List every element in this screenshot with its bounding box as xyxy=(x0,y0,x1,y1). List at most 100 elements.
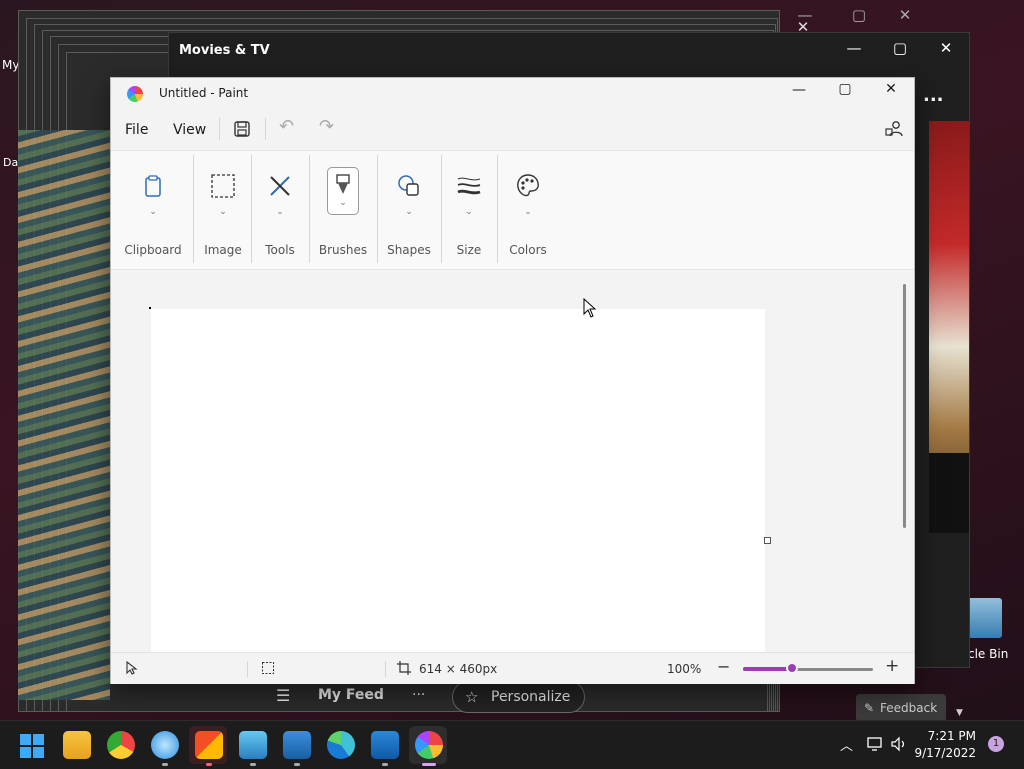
menu-view[interactable]: View xyxy=(173,122,206,138)
running-indicator xyxy=(206,763,212,766)
status-separator xyxy=(385,661,386,677)
drawing-canvas[interactable] xyxy=(151,309,765,654)
store-icon[interactable] xyxy=(195,731,223,759)
movies-tv-icon[interactable] xyxy=(371,731,399,759)
ribbon-separator xyxy=(193,155,194,263)
vertical-scrollbar[interactable] xyxy=(903,284,906,528)
maximize-icon[interactable]: ▢ xyxy=(885,39,915,57)
chrome-icon[interactable] xyxy=(107,731,135,759)
tips-icon[interactable] xyxy=(151,731,179,759)
ribbon-group-colors[interactable]: ⌄ Colors xyxy=(499,151,557,269)
paint-window: Untitled - Paint — ▢ ✕ File View ↶ ↷ ⌄ C… xyxy=(110,77,915,684)
account-icon[interactable] xyxy=(885,120,903,138)
ribbon-group-image[interactable]: ⌄ Image xyxy=(195,151,251,269)
taskbar: ︿ 7:21 PM 9/17/2022 xyxy=(0,720,1024,769)
desktop-icon-label: My xyxy=(2,58,20,72)
menu-bar: File View ↶ ↷ xyxy=(111,110,914,146)
menu-separator xyxy=(219,118,220,140)
zoom-out-button[interactable]: − xyxy=(717,657,730,676)
ribbon-separator xyxy=(251,155,252,263)
close-button[interactable]: ✕ xyxy=(871,81,911,97)
chevron-up-icon[interactable]: ︿ xyxy=(840,735,853,754)
clipboard-icon xyxy=(145,175,161,197)
menu-file[interactable]: File xyxy=(125,122,148,138)
maximize-icon[interactable]: ▢ xyxy=(844,6,874,24)
ribbon-separator xyxy=(377,155,378,263)
running-indicator xyxy=(294,763,300,766)
ribbon-group-label: Colors xyxy=(509,243,547,257)
file-explorer-icon[interactable] xyxy=(63,731,91,759)
chevron-down-icon: ⌄ xyxy=(405,207,413,217)
corner-handle[interactable] xyxy=(149,307,151,309)
clock-date[interactable]: 9/17/2022 xyxy=(906,746,976,760)
running-indicator xyxy=(162,763,168,766)
chevron-down-icon: ⌄ xyxy=(276,207,284,217)
feedback-button[interactable]: ✎ Feedback xyxy=(856,694,946,722)
close-icon[interactable]: ✕ xyxy=(890,6,920,24)
desktop-icon-label: Da xyxy=(3,156,19,169)
windows-start-icon[interactable] xyxy=(20,734,44,758)
status-bar: 614 × 460px 100% − + xyxy=(111,652,914,684)
paint-taskbar-icon[interactable] xyxy=(415,731,443,759)
maximize-button[interactable]: ▢ xyxy=(825,81,865,97)
canvas-area xyxy=(111,270,901,654)
ribbon-group-label: Shapes xyxy=(387,243,431,257)
my-feed-tab[interactable]: My Feed xyxy=(318,687,384,703)
ribbon-group-label: Brushes xyxy=(318,243,368,257)
title-bar[interactable]: Untitled - Paint — ▢ ✕ xyxy=(111,78,914,108)
close-icon[interactable]: ✕ xyxy=(931,39,961,57)
zoom-slider-fill xyxy=(743,667,792,671)
more-options-icon[interactable]: ... xyxy=(923,85,944,106)
personalize-label: Personalize xyxy=(491,689,571,705)
sparkle-icon: ☆ xyxy=(465,688,479,706)
ribbon-group-label: Tools xyxy=(265,243,295,257)
ribbon-toolbar: ⌄ Clipboard ⌄ Image ⌄ Tools ⌄ Brushes ⌄ … xyxy=(111,150,914,270)
poster-image xyxy=(929,453,969,533)
feedback-icon: ✎ xyxy=(864,701,875,715)
ribbon-group-brushes[interactable]: ⌄ Brushes xyxy=(311,151,375,269)
photos-icon[interactable] xyxy=(283,731,311,759)
ribbon-group-clipboard[interactable]: ⌄ Clipboard xyxy=(119,151,187,269)
ribbon-separator xyxy=(309,155,310,263)
selection-size-icon xyxy=(262,662,274,674)
ribbon-separator xyxy=(497,155,498,263)
more-icon[interactable]: ··· xyxy=(412,687,425,703)
ribbon-group-shapes[interactable]: ⌄ Shapes xyxy=(379,151,439,269)
edge-icon[interactable] xyxy=(327,731,355,759)
window-title: Movies & TV xyxy=(179,43,270,58)
feedback-label: Feedback xyxy=(880,701,938,715)
redo-icon[interactable]: ↷ xyxy=(319,116,334,137)
minimize-icon[interactable]: — xyxy=(839,39,869,57)
running-indicator xyxy=(422,763,436,766)
ribbon-group-label: Clipboard xyxy=(124,243,182,257)
ribbon-group-label: Size xyxy=(456,243,482,257)
scroll-down-icon[interactable]: ▼ xyxy=(956,708,963,718)
running-indicator xyxy=(382,763,388,766)
chevron-down-icon: ⌄ xyxy=(465,207,473,217)
minimize-button[interactable]: — xyxy=(779,82,819,98)
undo-icon[interactable]: ↶ xyxy=(279,116,294,137)
resize-handle[interactable] xyxy=(764,537,771,544)
zoom-slider-thumb[interactable] xyxy=(786,662,798,674)
tools-icon xyxy=(270,176,290,196)
network-icon[interactable] xyxy=(866,736,884,752)
menu-icon[interactable]: ☰ xyxy=(276,686,290,705)
ribbon-group-size[interactable]: ⌄ Size xyxy=(443,151,495,269)
notepad-icon[interactable] xyxy=(239,731,267,759)
chevron-down-icon: ⌄ xyxy=(524,207,532,217)
menu-separator xyxy=(265,118,266,140)
paint-app-icon xyxy=(127,86,143,102)
canvas-size-text: 614 × 460px xyxy=(419,662,498,676)
window-title: Untitled - Paint xyxy=(159,86,249,100)
personalize-button[interactable]: ☆ Personalize xyxy=(452,681,586,713)
selection-icon xyxy=(211,174,235,198)
wallpaper-strip xyxy=(18,130,110,700)
ribbon-group-tools[interactable]: ⌄ Tools xyxy=(253,151,307,269)
zoom-in-button[interactable]: + xyxy=(885,656,899,676)
recycle-bin-icon[interactable] xyxy=(966,598,1002,638)
clock-time[interactable]: 7:21 PM xyxy=(916,729,976,743)
mouse-cursor-icon xyxy=(583,298,597,318)
save-icon[interactable] xyxy=(233,120,251,138)
chevron-down-icon: ⌄ xyxy=(149,207,157,217)
notification-badge[interactable]: 1 xyxy=(988,736,1004,752)
